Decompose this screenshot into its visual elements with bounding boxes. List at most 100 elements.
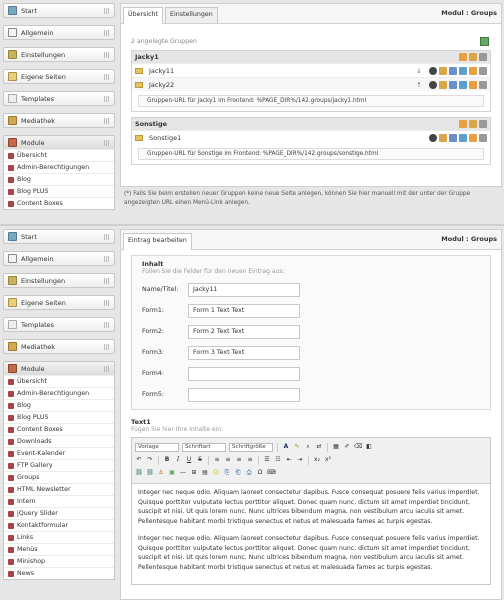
outdent-icon[interactable]: ⇤ [285,456,293,464]
clear-format-icon[interactable]: ⌫ [354,443,362,451]
nav-eigene-seiten[interactable]: Eigene Seiten [3,295,115,310]
move-up-icon[interactable]: ↑ [409,81,429,89]
view-icon[interactable] [429,80,437,89]
delete-icon[interactable] [479,66,487,75]
add-entry-icon[interactable] [459,53,467,61]
paste-icon[interactable]: ⎗ [234,469,242,477]
module-item[interactable]: Blog [4,399,114,411]
module-item[interactable]: FTP Gallery [4,459,114,471]
pagebreak-icon[interactable]: ⊞ [190,469,198,477]
module-item[interactable]: Groups [4,471,114,483]
edit-icon[interactable] [469,53,477,61]
group-icon[interactable] [439,133,447,142]
font-select[interactable]: Schriftart [182,442,226,452]
image-edit-icon[interactable] [459,80,467,89]
nav-mediathek[interactable]: Mediathek [3,113,115,128]
entry-name[interactable]: Jacky22 [149,81,409,89]
drag-handle-icon[interactable] [104,73,110,80]
align-right-icon[interactable]: ≡ [235,456,243,464]
delete-icon[interactable] [479,80,487,89]
drag-handle-icon[interactable] [104,95,110,102]
drag-handle-icon[interactable] [104,299,110,306]
nav-eigene-seiten[interactable]: Eigene Seiten [3,69,115,84]
special-char-icon[interactable]: Ω [256,469,264,477]
replace-icon[interactable]: ⇄ [315,443,323,451]
nav-start[interactable]: Start [3,3,115,18]
module-item[interactable]: Content Boxes [4,423,114,435]
nav-module[interactable]: Module [3,135,115,149]
style-select[interactable]: Vorlage [135,442,179,452]
module-item[interactable]: Übersicht [4,375,114,387]
find-icon[interactable]: ⌕ [304,443,312,451]
nav-templates[interactable]: Templates [3,317,115,332]
nav-einstellungen[interactable]: Einstellungen [3,273,115,288]
redo-icon[interactable]: ↷ [146,456,154,464]
justify-icon[interactable]: ≡ [246,456,254,464]
delete-icon[interactable] [479,133,487,142]
module-item[interactable]: Admin-Berechtigungen [4,387,114,399]
module-item[interactable]: Blog PLUS [4,411,114,423]
name-title-input[interactable]: Jacky11 [188,282,300,297]
drag-handle-icon[interactable] [104,139,110,146]
image-icon[interactable]: ▣ [168,469,176,477]
module-item[interactable]: Event-Kalender [4,447,114,459]
form3-input[interactable]: Form 3 Text Text [188,345,300,360]
form1-input[interactable]: Form 1 Text Text [188,303,300,318]
underline-icon[interactable]: U [185,456,193,464]
undo-icon[interactable]: ↶ [135,456,143,464]
image-icon[interactable] [449,80,457,89]
drag-handle-icon[interactable] [104,51,110,58]
drag-handle-icon[interactable] [104,117,110,124]
module-item[interactable]: Minishop [4,555,114,567]
superscript-icon[interactable]: x² [324,456,332,464]
drag-handle-icon[interactable] [104,255,110,262]
module-item[interactable]: Blog PLUS [4,185,114,197]
text-color-icon[interactable]: A [282,443,290,451]
italic-icon[interactable]: I [174,456,182,464]
form5-input[interactable] [188,387,300,402]
table-icon[interactable]: ▦ [332,443,340,451]
tab-uebersicht[interactable]: Übersicht [123,7,164,24]
group-icon[interactable] [439,66,447,75]
link-icon[interactable]: ⛓ [135,469,143,477]
module-item[interactable]: Downloads [4,435,114,447]
unlink-icon[interactable]: ⛓ [146,469,154,477]
module-item[interactable]: Admin-Berechtigungen [4,161,114,173]
copy-icon[interactable]: ⎘ [223,469,231,477]
editor-body[interactable]: Integer nec neque odio. Aliquam laoreet … [132,484,490,584]
image-edit-icon[interactable] [459,133,467,142]
module-item[interactable]: Content Boxes [4,197,114,209]
drag-handle-icon[interactable] [104,7,110,14]
drag-handle-icon[interactable] [104,365,110,372]
move-down-icon[interactable]: ↓ [409,67,429,75]
highlight-icon[interactable]: ✎ [293,443,301,451]
nav-start[interactable]: Start [3,229,115,244]
image-icon[interactable] [449,66,457,75]
module-item[interactable]: Blog [4,173,114,185]
size-select[interactable]: Schriftgröße [229,442,273,452]
align-left-icon[interactable]: ≡ [213,456,221,464]
drag-handle-icon[interactable] [104,233,110,240]
edit-icon[interactable] [469,120,477,128]
hr-icon[interactable]: — [179,469,187,477]
anchor-icon[interactable]: ⚓ [157,469,165,477]
strikethrough-icon[interactable]: S [196,456,204,464]
module-item[interactable]: Menüs [4,543,114,555]
drag-handle-icon[interactable] [104,277,110,284]
emoticon-icon[interactable]: ☺ [212,469,220,477]
bold-icon[interactable]: B [163,456,171,464]
module-item[interactable]: jQuery Slider [4,507,114,519]
module-item[interactable]: Übersicht [4,149,114,161]
numbered-list-icon[interactable]: ☷ [274,456,282,464]
source-icon[interactable]: ◧ [365,443,373,451]
bullet-list-icon[interactable]: ☰ [263,456,271,464]
edit-icon[interactable] [469,133,477,142]
nav-templates[interactable]: Templates [3,91,115,106]
edit-icon[interactable] [469,66,477,75]
paste-text-icon[interactable]: ⎙ [245,469,253,477]
drag-handle-icon[interactable] [104,29,110,36]
delete-icon[interactable] [479,120,487,128]
nav-mediathek[interactable]: Mediathek [3,339,115,354]
drag-handle-icon[interactable] [104,321,110,328]
module-item[interactable]: Links [4,531,114,543]
